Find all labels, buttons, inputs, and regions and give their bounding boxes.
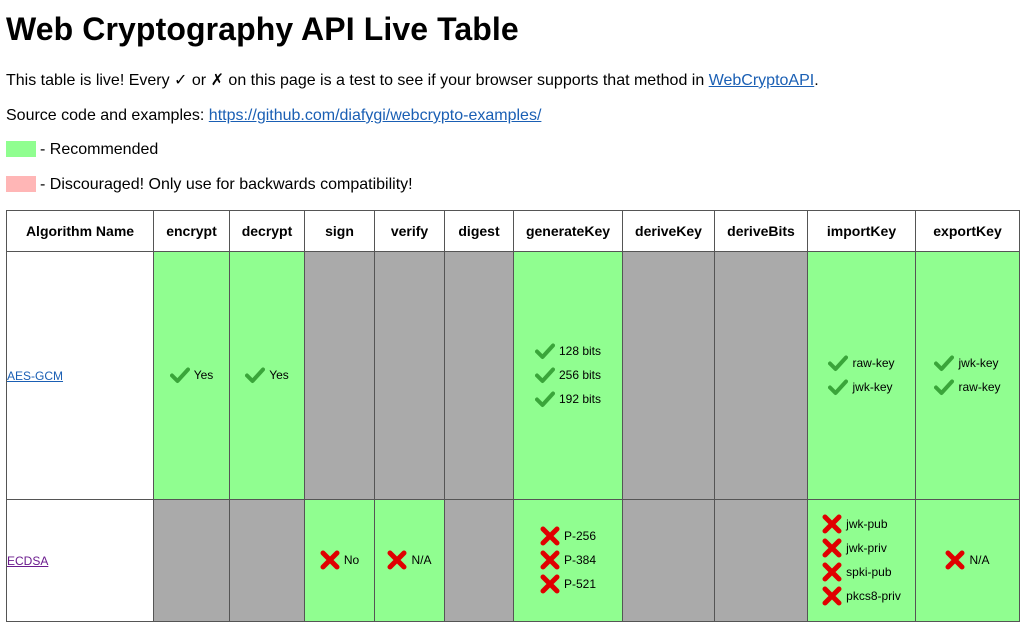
header-generatekey: generateKey [513, 210, 623, 252]
header-verify: verify [374, 210, 445, 252]
discouraged-swatch [6, 176, 36, 192]
aes-gcm-exportkey-cell: jwk-key raw-key [915, 251, 1020, 500]
cross-icon [540, 550, 560, 570]
result-label: 256 bits [558, 368, 602, 382]
ecdsa-verify-cell: N/A [374, 499, 445, 622]
header-digest: digest [444, 210, 514, 252]
check-icon [169, 365, 190, 385]
ecdsa-derivebits-cell [714, 499, 808, 622]
result-label: raw-key [958, 380, 1001, 394]
intro-paragraph: This table is live! Every ✓ or ✗ on this… [6, 71, 819, 91]
algorithm-cell: ECDSA [6, 499, 154, 622]
result-label: jwk-priv [846, 541, 887, 555]
table-header-row: Algorithm Name encrypt decrypt sign veri… [6, 210, 1020, 252]
result-label: N/A [411, 553, 432, 567]
aes-gcm-derivebits-cell [714, 251, 808, 500]
aes-gcm-verify-cell [374, 251, 445, 500]
algorithm-cell: AES-GCM [6, 251, 154, 500]
ecdsa-encrypt-cell [153, 499, 230, 622]
aes-gcm-importkey-cell: raw-key jwk-key [807, 251, 916, 500]
source-label: Source code and examples: [6, 107, 209, 124]
table-row-ecdsa: ECDSA No N/A P-256 P-384 P-521 jwk-pub j… [6, 499, 1020, 622]
result-label: N/A [969, 553, 990, 567]
intro-end: . [814, 72, 819, 89]
header-derivekey: deriveKey [622, 210, 715, 252]
cross-icon [822, 586, 842, 606]
result-label: P-521 [563, 577, 597, 591]
check-icon [534, 341, 555, 361]
legend-recommended: - Recommended [6, 140, 158, 160]
cross-icon [945, 550, 965, 570]
cross-icon [540, 526, 560, 546]
aes-gcm-generatekey-cell: 128 bits 256 bits 192 bits [513, 251, 623, 500]
check-icon [934, 353, 955, 373]
aes-gcm-sign-cell [304, 251, 375, 500]
check-icon [534, 365, 555, 385]
result-label: Yes [269, 368, 289, 382]
result-label: raw-key [852, 356, 895, 370]
header-exportkey: exportKey [915, 210, 1020, 252]
result-label: 192 bits [558, 392, 602, 406]
aes-gcm-encrypt-cell: Yes [153, 251, 230, 500]
result-label: P-256 [563, 529, 597, 543]
ecdsa-exportkey-cell: N/A [915, 499, 1020, 622]
cross-icon [387, 550, 407, 570]
legend-discouraged: - Discouraged! Only use for backwards co… [6, 175, 413, 195]
cross-icon [822, 562, 842, 582]
live-table: Algorithm Name encrypt decrypt sign veri… [6, 210, 1020, 622]
result-label: P-384 [563, 553, 597, 567]
result-label: No [343, 553, 360, 567]
cross-icon [540, 574, 560, 594]
cross-icon [320, 550, 340, 570]
result-label: spki-pub [846, 565, 892, 579]
ecdsa-link[interactable]: ECDSA [7, 554, 48, 568]
discouraged-label: - Discouraged! Only use for backwards co… [40, 176, 413, 193]
ecdsa-decrypt-cell [229, 499, 305, 622]
ecdsa-sign-cell: No [304, 499, 375, 622]
header-encrypt: encrypt [153, 210, 230, 252]
ecdsa-importkey-cell: jwk-pub jwk-priv spki-pub pkcs8-priv [807, 499, 916, 622]
ecdsa-digest-cell [444, 499, 514, 622]
header-importkey: importKey [807, 210, 916, 252]
aes-gcm-decrypt-cell: Yes [229, 251, 305, 500]
page-title: Web Cryptography API Live Table [6, 11, 519, 47]
check-icon [828, 353, 849, 373]
cross-icon [822, 514, 842, 534]
check-icon [934, 377, 955, 397]
check-icon [534, 389, 555, 409]
table-row-aes-gcm: AES-GCM Yes Yes 128 bits 256 bits 192 bi… [6, 251, 1020, 500]
result-label: jwk-pub [846, 517, 888, 531]
recommended-swatch [6, 141, 36, 157]
result-label: jwk-key [958, 356, 999, 370]
ecdsa-generatekey-cell: P-256 P-384 P-521 [513, 499, 623, 622]
recommended-label: - Recommended [40, 141, 159, 158]
source-link[interactable]: https://github.com/diafygi/webcrypto-exa… [209, 107, 542, 124]
source-paragraph: Source code and examples: https://github… [6, 106, 541, 126]
cross-icon [822, 538, 842, 558]
result-label: pkcs8-priv [846, 589, 901, 603]
header-derivebits: deriveBits [714, 210, 808, 252]
result-label: jwk-key [852, 380, 893, 394]
aes-gcm-link[interactable]: AES-GCM [7, 369, 63, 383]
aes-gcm-digest-cell [444, 251, 514, 500]
check-icon [828, 377, 849, 397]
header-algorithm-name: Algorithm Name [6, 210, 154, 252]
webcryptoapi-link[interactable]: WebCryptoAPI [709, 72, 815, 89]
aes-gcm-derivekey-cell [622, 251, 715, 500]
result-label: 128 bits [558, 344, 602, 358]
intro-text: This table is live! Every ✓ or ✗ on this… [6, 72, 709, 89]
check-icon [245, 365, 266, 385]
header-sign: sign [304, 210, 375, 252]
ecdsa-derivekey-cell [622, 499, 715, 622]
result-label: Yes [193, 368, 214, 382]
header-decrypt: decrypt [229, 210, 305, 252]
